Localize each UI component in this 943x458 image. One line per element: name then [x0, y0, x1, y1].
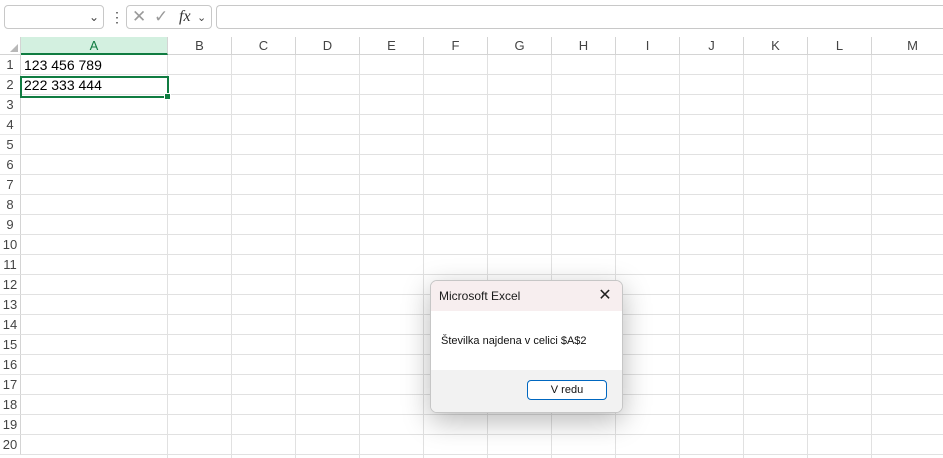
- column-header-m[interactable]: M: [872, 37, 943, 55]
- insert-function-icon[interactable]: fx: [179, 7, 191, 27]
- confirm-icon[interactable]: ✓: [154, 7, 168, 27]
- close-icon[interactable]: ✕: [594, 285, 616, 307]
- select-all-corner[interactable]: [0, 37, 21, 55]
- row-header-13[interactable]: 13: [0, 295, 21, 315]
- gridline: [231, 55, 232, 458]
- row-header-3[interactable]: 3: [0, 95, 21, 115]
- gridline: [743, 55, 744, 458]
- gridline: [21, 454, 943, 455]
- gridline: [359, 55, 360, 458]
- row-header-6[interactable]: 6: [0, 155, 21, 175]
- formula-bar: ⌄ ⋮ ✕ ✓ fx ⌄: [0, 0, 943, 36]
- row-header-9[interactable]: 9: [0, 215, 21, 235]
- column-header-g[interactable]: G: [488, 37, 552, 55]
- dialog-titlebar: Microsoft Excel ✕: [431, 281, 622, 311]
- row-header-18[interactable]: 18: [0, 395, 21, 415]
- column-header-j[interactable]: J: [680, 37, 744, 55]
- column-header-a[interactable]: A: [21, 37, 168, 55]
- cell-a1[interactable]: 123 456 789: [21, 55, 168, 75]
- more-options-icon[interactable]: ⋮: [110, 7, 124, 27]
- chevron-down-icon[interactable]: ⌄: [89, 10, 99, 24]
- cancel-icon[interactable]: ✕: [132, 7, 146, 27]
- gridline: [807, 55, 808, 458]
- column-header-i[interactable]: I: [616, 37, 680, 55]
- column-header-f[interactable]: F: [424, 37, 488, 55]
- gridline: [21, 234, 943, 235]
- column-header-b[interactable]: B: [168, 37, 232, 55]
- row-header-20[interactable]: 20: [0, 435, 21, 455]
- gridline: [21, 134, 943, 135]
- ok-button[interactable]: V redu: [527, 380, 607, 400]
- row-header-17[interactable]: 17: [0, 375, 21, 395]
- row-header-7[interactable]: 7: [0, 175, 21, 195]
- row-header-10[interactable]: 10: [0, 235, 21, 255]
- formula-buttons: ✕ ✓ fx ⌄: [126, 5, 212, 29]
- formula-input[interactable]: [216, 5, 943, 29]
- row-header-8[interactable]: 8: [0, 195, 21, 215]
- gridline: [295, 55, 296, 458]
- gridline: [21, 194, 943, 195]
- gridline: [21, 414, 943, 415]
- column-header-h[interactable]: H: [552, 37, 616, 55]
- gridline: [423, 55, 424, 458]
- name-box[interactable]: ⌄: [4, 5, 104, 29]
- row-header-14[interactable]: 14: [0, 315, 21, 335]
- chevron-down-icon[interactable]: ⌄: [197, 8, 206, 28]
- row-header-5[interactable]: 5: [0, 135, 21, 155]
- row-header-12[interactable]: 12: [0, 275, 21, 295]
- gridline: [871, 55, 872, 458]
- column-header-d[interactable]: D: [296, 37, 360, 55]
- column-header-k[interactable]: K: [744, 37, 808, 55]
- row-header-15[interactable]: 15: [0, 335, 21, 355]
- gridline: [21, 274, 943, 275]
- row-header-1[interactable]: 1: [0, 55, 21, 75]
- gridline: [21, 114, 943, 115]
- gridline: [21, 254, 943, 255]
- dialog-title: Microsoft Excel: [439, 289, 521, 303]
- row-header-4[interactable]: 4: [0, 115, 21, 135]
- gridline: [21, 154, 943, 155]
- column-header-c[interactable]: C: [232, 37, 296, 55]
- message-dialog: Microsoft Excel ✕ Številka najdena v cel…: [430, 280, 623, 413]
- dialog-footer: V redu: [431, 370, 622, 412]
- column-header-l[interactable]: L: [808, 37, 872, 55]
- column-header-e[interactable]: E: [360, 37, 424, 55]
- row-header-19[interactable]: 19: [0, 415, 21, 435]
- gridline: [21, 214, 943, 215]
- gridline: [679, 55, 680, 458]
- gridline: [167, 55, 168, 458]
- active-cell-selection[interactable]: [20, 76, 171, 100]
- gridline: [21, 434, 943, 435]
- row-header-2[interactable]: 2: [0, 75, 21, 95]
- row-header-11[interactable]: 11: [0, 255, 21, 275]
- gridline: [21, 174, 943, 175]
- dialog-message: Številka najdena v celici $A$2: [441, 335, 587, 347]
- row-header-16[interactable]: 16: [0, 355, 21, 375]
